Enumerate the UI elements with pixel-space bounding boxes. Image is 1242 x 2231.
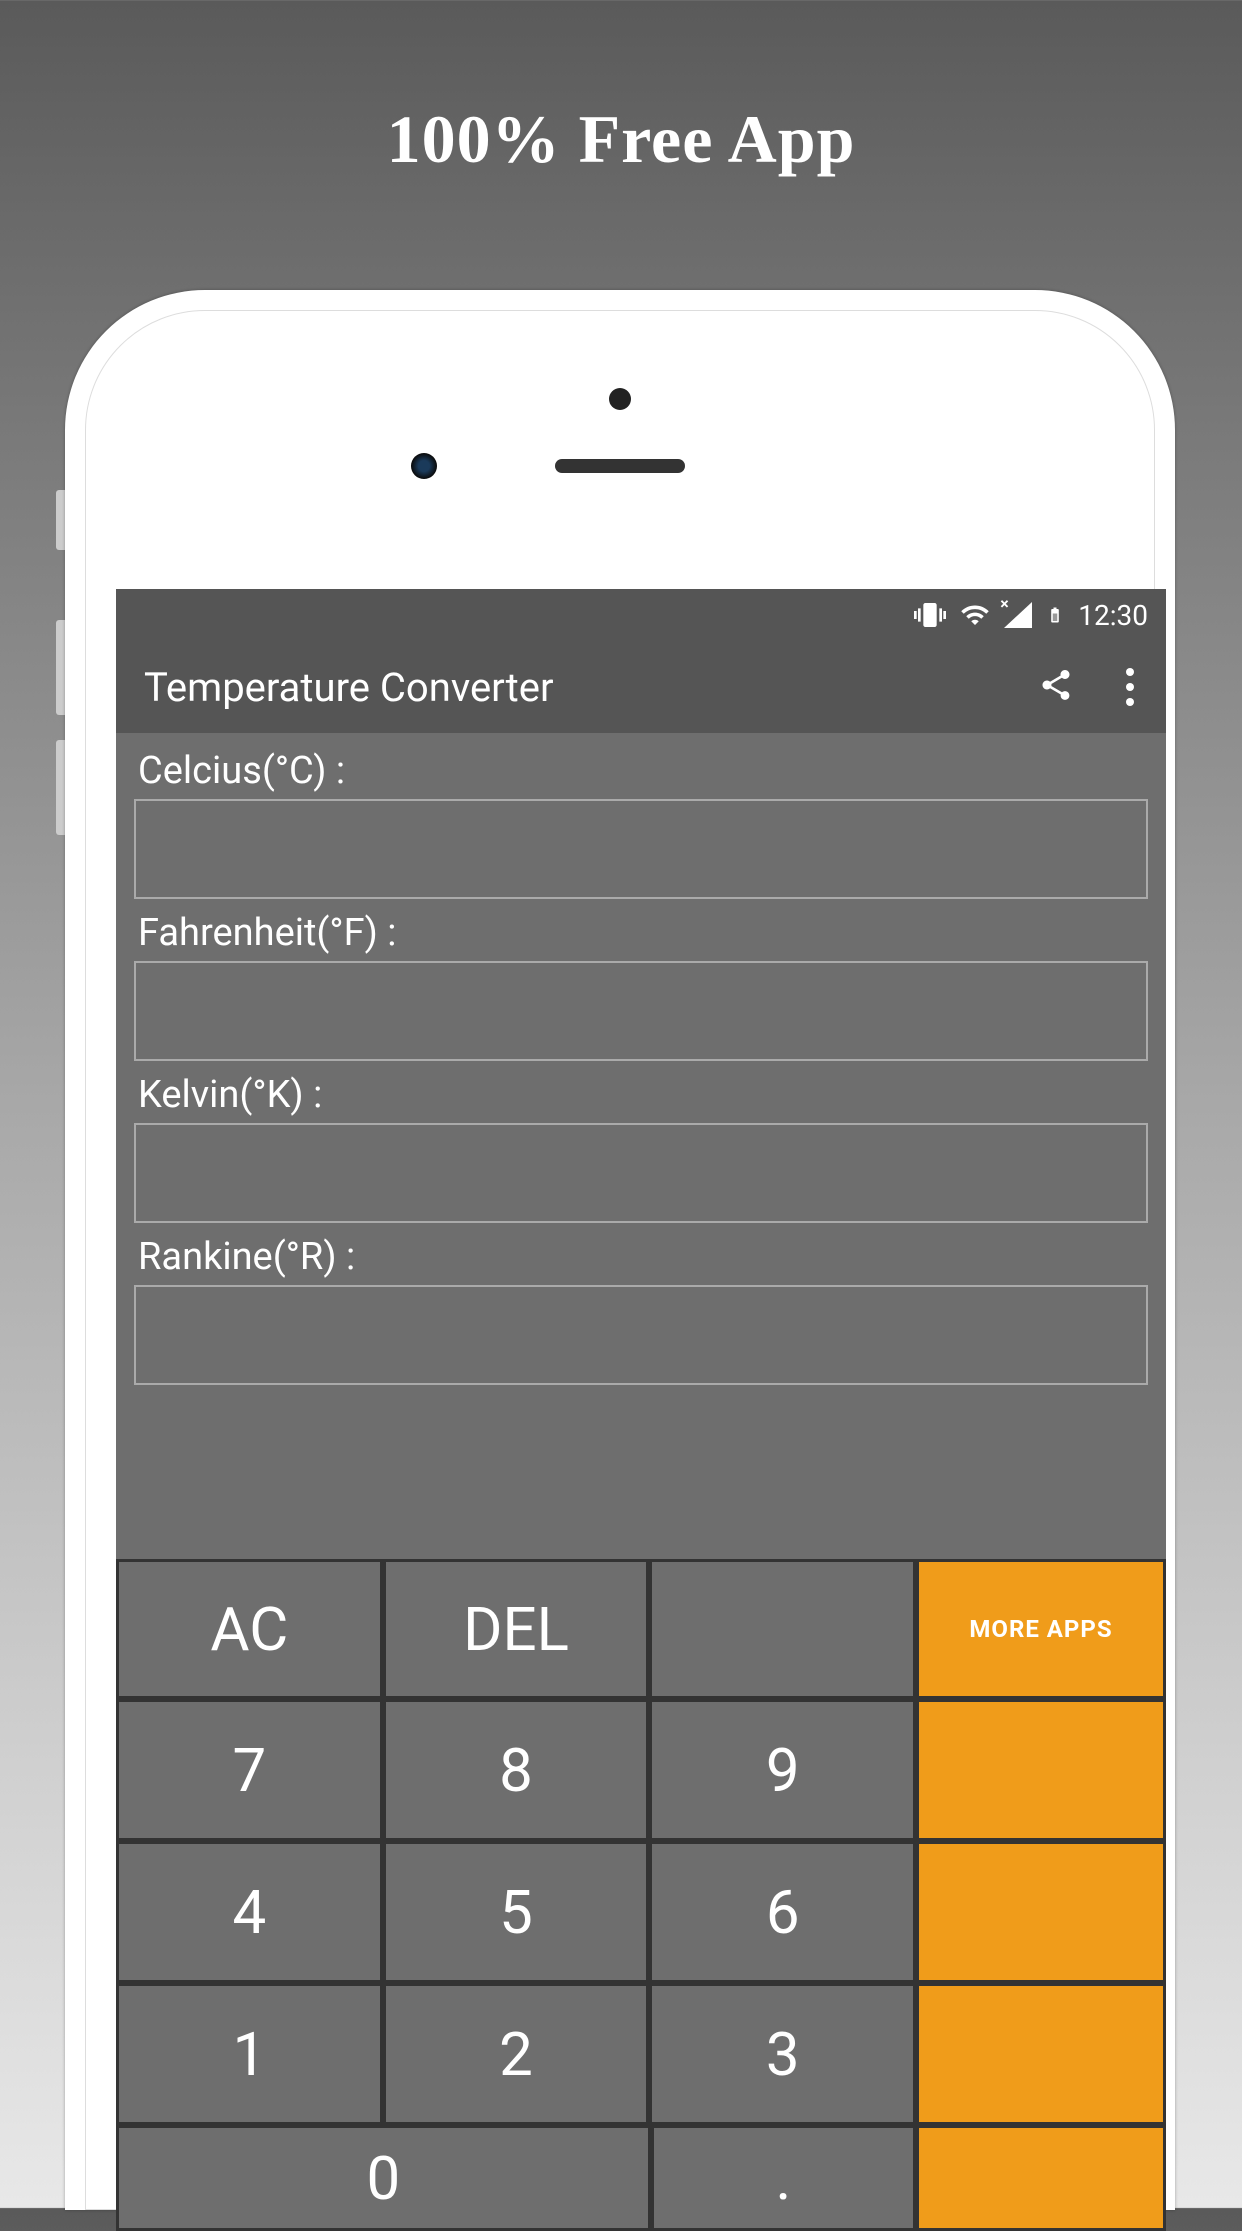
phone-screen: × 12:30 Temperature Converter [116, 589, 1166, 2231]
fahrenheit-label: Fahrenheit(°F) : [134, 903, 1148, 961]
app-header: Temperature Converter [116, 641, 1166, 733]
phone-volume-down [56, 740, 65, 835]
rankine-field-group: Rankine(°R) : [134, 1227, 1148, 1385]
key-ac[interactable]: AC [119, 1562, 380, 1696]
phone-top-sensor [609, 388, 631, 410]
overflow-menu-icon[interactable] [1122, 664, 1138, 710]
fahrenheit-field-group: Fahrenheit(°F) : [134, 903, 1148, 1061]
battery-icon [1046, 601, 1064, 629]
celsius-input[interactable] [134, 799, 1148, 899]
key-del[interactable]: DEL [386, 1562, 647, 1696]
key-9[interactable]: 9 [652, 1702, 913, 1838]
key-8[interactable]: 8 [386, 1702, 647, 1838]
key-orange-1[interactable] [919, 1702, 1163, 1838]
celsius-field-group: Celcius(°C) : [134, 741, 1148, 899]
promo-headline: 100% Free App [387, 100, 856, 179]
phone-frame-inner: × 12:30 Temperature Converter [85, 310, 1155, 2210]
fahrenheit-input[interactable] [134, 961, 1148, 1061]
wifi-icon [960, 600, 990, 630]
key-orange-4[interactable] [919, 2128, 1163, 2228]
key-more-apps[interactable]: MORE APPS [919, 1562, 1163, 1696]
key-3[interactable]: 3 [652, 1986, 913, 2122]
kelvin-field-group: Kelvin(°K) : [134, 1065, 1148, 1223]
key-orange-3[interactable] [919, 1986, 1163, 2122]
key-2[interactable]: 2 [386, 1986, 647, 2122]
phone-mute-switch [56, 490, 65, 550]
phone-frame: × 12:30 Temperature Converter [65, 290, 1175, 2210]
phone-speaker [555, 459, 685, 473]
phone-volume-up [56, 620, 65, 715]
status-time: 12:30 [1078, 599, 1148, 632]
key-6[interactable]: 6 [652, 1844, 913, 1980]
key-4[interactable]: 4 [119, 1844, 380, 1980]
signal-icon: × [1004, 602, 1032, 628]
celsius-label: Celcius(°C) : [134, 741, 1148, 799]
converter-body: Celcius(°C) : Fahrenheit(°F) : Kelvin(°K… [116, 733, 1166, 1397]
key-0[interactable]: 0 [119, 2128, 648, 2228]
rankine-label: Rankine(°R) : [134, 1227, 1148, 1285]
vibrate-icon [914, 599, 946, 631]
app-title: Temperature Converter [144, 664, 554, 711]
rankine-input[interactable] [134, 1285, 1148, 1385]
kelvin-input[interactable] [134, 1123, 1148, 1223]
keypad: AC DEL MORE APPS 7 8 9 4 5 6 [116, 1559, 1166, 2231]
status-bar: × 12:30 [116, 589, 1166, 641]
key-orange-2[interactable] [919, 1844, 1163, 1980]
key-blank-1[interactable] [652, 1562, 913, 1696]
kelvin-label: Kelvin(°K) : [134, 1065, 1148, 1123]
key-7[interactable]: 7 [119, 1702, 380, 1838]
phone-camera [411, 453, 437, 479]
share-icon[interactable] [1038, 667, 1074, 707]
key-5[interactable]: 5 [386, 1844, 647, 1980]
key-1[interactable]: 1 [119, 1986, 380, 2122]
key-dot[interactable]: . [654, 2128, 913, 2228]
